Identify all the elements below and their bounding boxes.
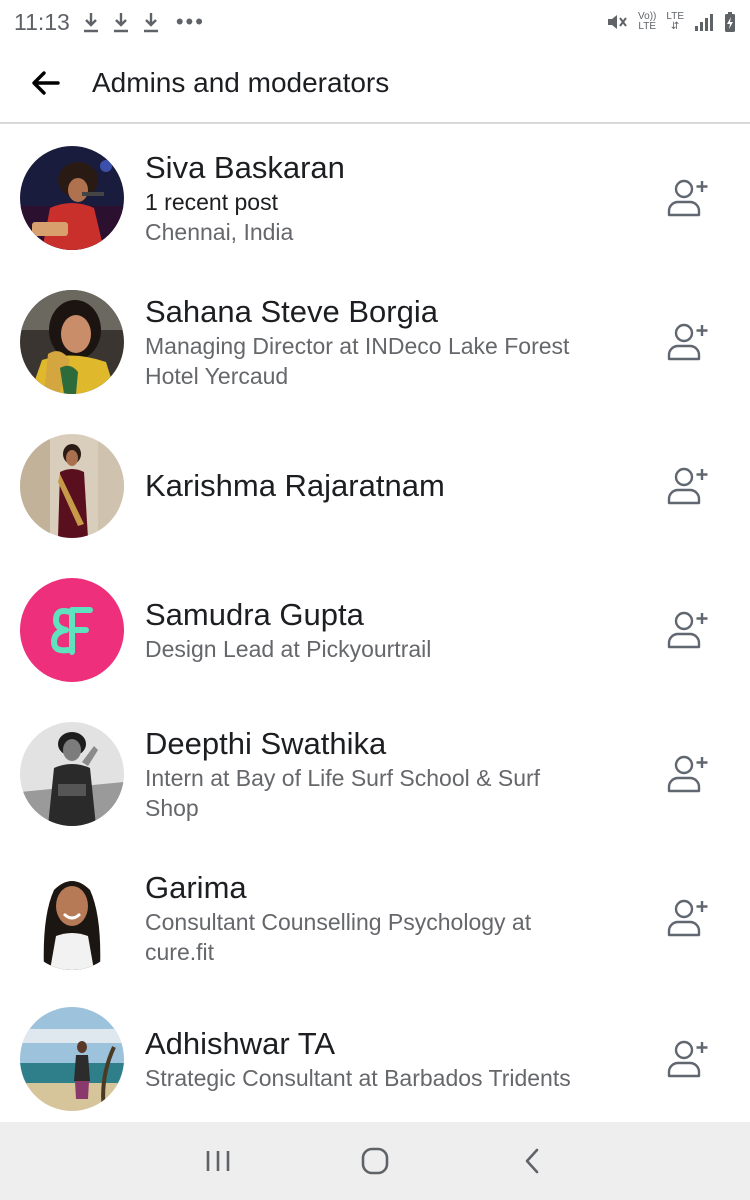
back-icon [525, 1148, 538, 1174]
member-occupation: Design Lead at Pickyourtrail [145, 636, 432, 662]
add-friend-button[interactable] [666, 464, 710, 508]
avatar[interactable] [20, 578, 124, 682]
member-info: Garima Consultant Counselling Psychology… [145, 869, 635, 967]
home-button[interactable] [345, 1131, 405, 1191]
member-name[interactable]: Sahana Steve Borgia [145, 293, 635, 331]
add-friend-button[interactable] [666, 176, 710, 220]
member-occupation-cont: Shop [145, 795, 199, 821]
list-item[interactable]: Garima Consultant Counselling Psychology… [0, 846, 750, 990]
member-name[interactable]: Deepthi Swathika [145, 725, 635, 763]
list-item[interactable]: Samudra Gupta Design Lead at Pickyourtra… [0, 558, 750, 702]
download-icon [113, 13, 128, 33]
add-friend-icon [667, 755, 708, 793]
add-friend-icon [667, 611, 708, 649]
avatar[interactable] [20, 434, 124, 538]
data-arrows-icon: ⇵ [671, 21, 680, 32]
add-friend-icon [667, 179, 708, 217]
add-friend-button[interactable] [666, 608, 710, 652]
member-occupation: Managing Director at INDeco Lake Forest [145, 333, 570, 359]
list-item[interactable]: Adhishwar TA Strategic Consultant at Bar… [0, 990, 750, 1128]
avatar[interactable] [20, 1007, 124, 1111]
status-bar: 11:13 ••• Vo)) LTE LTE ⇵ [0, 0, 750, 44]
member-occupation: Intern at Bay of Life Surf School & Surf [145, 765, 541, 791]
member-name[interactable]: Karishma Rajaratnam [145, 467, 635, 505]
add-friend-icon [667, 1040, 708, 1078]
member-name[interactable]: Siva Baskaran [145, 149, 635, 187]
system-nav-bar [0, 1122, 750, 1200]
member-info: Karishma Rajaratnam [145, 467, 635, 505]
add-friend-icon [667, 323, 708, 361]
member-occupation: Strategic Consultant at Barbados Trident… [145, 1065, 571, 1091]
add-friend-button[interactable] [666, 896, 710, 940]
mute-icon [608, 15, 627, 29]
add-friend-button[interactable] [666, 1037, 710, 1081]
member-recent-posts: 1 recent post [145, 189, 278, 215]
recents-button[interactable] [188, 1131, 248, 1191]
add-friend-button[interactable] [666, 320, 710, 364]
battery-charging-icon [725, 12, 735, 32]
app-header: Admins and moderators [0, 44, 750, 124]
volte-indicator: Vo)) LTE [638, 12, 656, 32]
add-friend-icon [667, 899, 708, 937]
list-item[interactable]: Sahana Steve Borgia Managing Director at… [0, 270, 750, 414]
add-friend-icon [667, 467, 708, 505]
status-right: Vo)) LTE LTE ⇵ [606, 11, 736, 33]
avatar[interactable] [20, 722, 124, 826]
member-info: Samudra Gupta Design Lead at Pickyourtra… [145, 596, 635, 664]
page-title: Admins and moderators [92, 67, 390, 98]
recents-icon [207, 1151, 230, 1171]
member-location: Chennai, India [145, 219, 294, 245]
member-name[interactable]: Samudra Gupta [145, 596, 635, 634]
avatar[interactable] [20, 290, 124, 394]
home-icon [361, 1147, 389, 1175]
member-list: Siva Baskaran 1 recent post Chennai, Ind… [0, 126, 750, 1128]
status-left: 11:13 ••• [14, 9, 205, 36]
member-info: Deepthi Swathika Intern at Bay of Life S… [145, 725, 635, 823]
member-info: Adhishwar TA Strategic Consultant at Bar… [145, 1025, 635, 1093]
member-name[interactable]: Adhishwar TA [145, 1025, 635, 1063]
avatar[interactable] [20, 146, 124, 250]
avatar[interactable] [20, 866, 124, 970]
member-occupation-cont: cure.fit [145, 939, 215, 965]
member-occupation: Consultant Counselling Psychology at [145, 909, 532, 935]
system-back-button[interactable] [502, 1131, 562, 1191]
status-time: 11:13 [14, 8, 70, 35]
list-item[interactable]: Karishma Rajaratnam [0, 414, 750, 558]
more-notifications-icon: ••• [175, 9, 205, 34]
list-item[interactable]: Siva Baskaran 1 recent post Chennai, Ind… [0, 126, 750, 270]
download-icon [83, 13, 98, 33]
lte-indicator: LTE ⇵ [666, 12, 684, 32]
volte-lte-label: LTE [638, 21, 657, 32]
back-button[interactable] [0, 43, 92, 123]
member-name[interactable]: Garima [145, 869, 635, 907]
arrow-left-icon [32, 71, 60, 95]
list-item[interactable]: Deepthi Swathika Intern at Bay of Life S… [0, 702, 750, 846]
signal-icon [695, 14, 713, 31]
add-friend-button[interactable] [666, 752, 710, 796]
member-info: Siva Baskaran 1 recent post Chennai, Ind… [145, 149, 635, 247]
member-occupation-cont: Hotel Yercaud [145, 363, 289, 389]
member-info: Sahana Steve Borgia Managing Director at… [145, 293, 635, 391]
download-icon [143, 13, 158, 33]
